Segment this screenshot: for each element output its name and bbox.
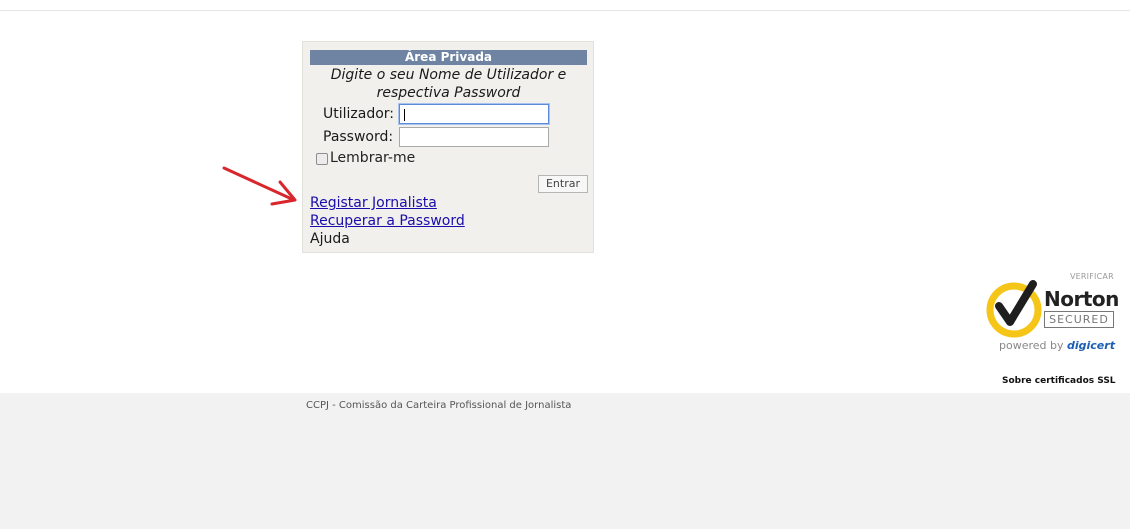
digicert-brand: digicert (1067, 339, 1115, 352)
login-instructions: Digite o seu Nome de Utilizador e respec… (330, 67, 567, 101)
secured-text: SECURED (1044, 311, 1114, 328)
login-submit-button[interactable]: Entrar (538, 175, 588, 193)
password-field[interactable] (399, 127, 549, 147)
powered-prefix: powered by (999, 339, 1067, 352)
verify-label: VERIFICAR (1070, 272, 1114, 281)
top-divider (0, 10, 1130, 11)
red-arrow-icon (222, 166, 297, 206)
remember-me-label[interactable]: Lembrar-me (330, 149, 415, 167)
page-footer: CCPJ - Comissão da Carteira Profissional… (0, 393, 1130, 529)
login-panel: Área Privada Digite o seu Nome de Utiliz… (302, 41, 594, 253)
login-panel-title: Área Privada (310, 50, 587, 65)
password-label: Password: (323, 129, 394, 145)
ssl-certificates-link[interactable]: Sobre certificados SSL (1002, 376, 1116, 386)
text-caret (404, 109, 405, 121)
register-journalist-link[interactable]: Registar Jornalista (310, 195, 437, 212)
norton-brand-text: Norton (1044, 287, 1119, 311)
remember-me-checkbox[interactable] (316, 153, 328, 165)
help-link[interactable]: Ajuda (310, 231, 350, 248)
recover-password-link[interactable]: Recuperar a Password (310, 213, 465, 230)
powered-by-digicert: powered by digicert (999, 339, 1115, 352)
username-label: Utilizador: (323, 106, 395, 122)
username-field[interactable] (399, 104, 549, 124)
footer-copyright-text: CCPJ - Comissão da Carteira Profissional… (306, 400, 572, 411)
